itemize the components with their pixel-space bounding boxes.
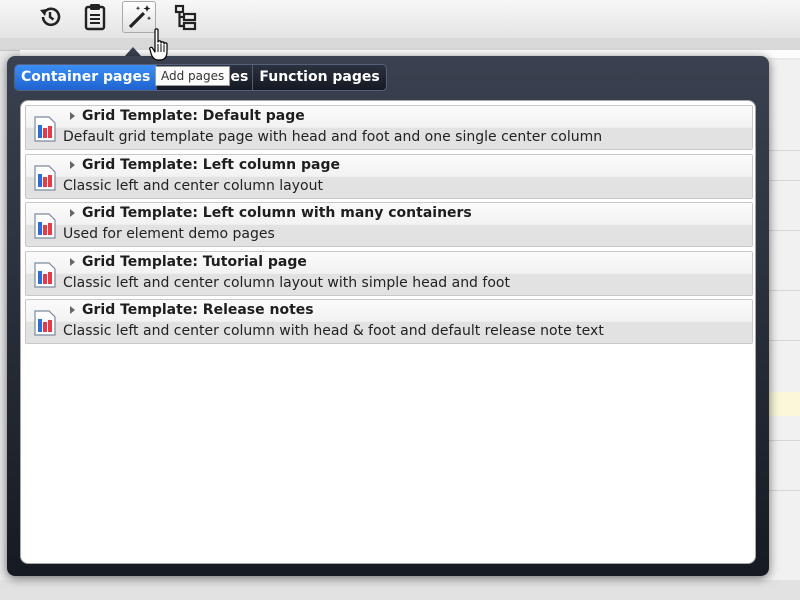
- clipboard-icon: [84, 4, 106, 31]
- template-title: Grid Template: Release notes: [82, 302, 314, 318]
- history-icon: [40, 7, 61, 27]
- expand-arrow-icon[interactable]: [70, 161, 75, 169]
- page-template-icon: [34, 262, 56, 288]
- hand-cursor-icon: [149, 28, 168, 61]
- history-button[interactable]: [33, 1, 67, 33]
- list-item[interactable]: Grid Template: Left column page Classic …: [25, 154, 753, 199]
- template-title: Grid Template: Left column with many con…: [82, 205, 472, 221]
- template-description: Used for element demo pages: [63, 226, 275, 242]
- list-item[interactable]: Grid Template: Tutorial page Classic lef…: [25, 251, 753, 296]
- add-pages-tooltip: Add pages: [155, 66, 231, 86]
- magic-wand-icon: [128, 5, 152, 29]
- top-toolbar: [0, 0, 800, 39]
- template-description: Classic left and center column layout wi…: [63, 275, 510, 291]
- background-footer: [0, 580, 800, 600]
- page-template-icon: [34, 213, 56, 239]
- expand-arrow-icon[interactable]: [70, 209, 75, 217]
- page-template-icon: [34, 310, 56, 336]
- expand-arrow-icon[interactable]: [70, 112, 75, 120]
- list-item[interactable]: Grid Template: Default page Default grid…: [25, 105, 753, 150]
- template-description: Default grid template page with head and…: [63, 129, 603, 145]
- template-title: Grid Template: Default page: [82, 108, 305, 124]
- expand-arrow-icon[interactable]: [70, 306, 75, 314]
- sitemap-tree-icon: [174, 4, 197, 31]
- tab-container-pages[interactable]: Container pages: [15, 65, 158, 90]
- clipboard-button[interactable]: [78, 1, 112, 33]
- list-item[interactable]: Grid Template: Release notes Classic lef…: [25, 299, 753, 344]
- template-description: Classic left and center column layout: [63, 178, 323, 194]
- page-template-icon: [34, 165, 56, 191]
- expand-arrow-icon[interactable]: [70, 258, 75, 266]
- template-title: Grid Template: Left column page: [82, 157, 340, 173]
- add-pages-popup: Container pages ges Function pages Grid …: [7, 56, 769, 576]
- page-template-icon: [34, 116, 56, 142]
- template-title: Grid Template: Tutorial page: [82, 254, 307, 270]
- template-list: Grid Template: Default page Default grid…: [20, 100, 756, 564]
- sitemap-button[interactable]: [168, 1, 202, 33]
- template-description: Classic left and center column with head…: [63, 323, 604, 339]
- list-item[interactable]: Grid Template: Left column with many con…: [25, 202, 753, 247]
- tab-function-pages[interactable]: Function pages: [253, 65, 386, 90]
